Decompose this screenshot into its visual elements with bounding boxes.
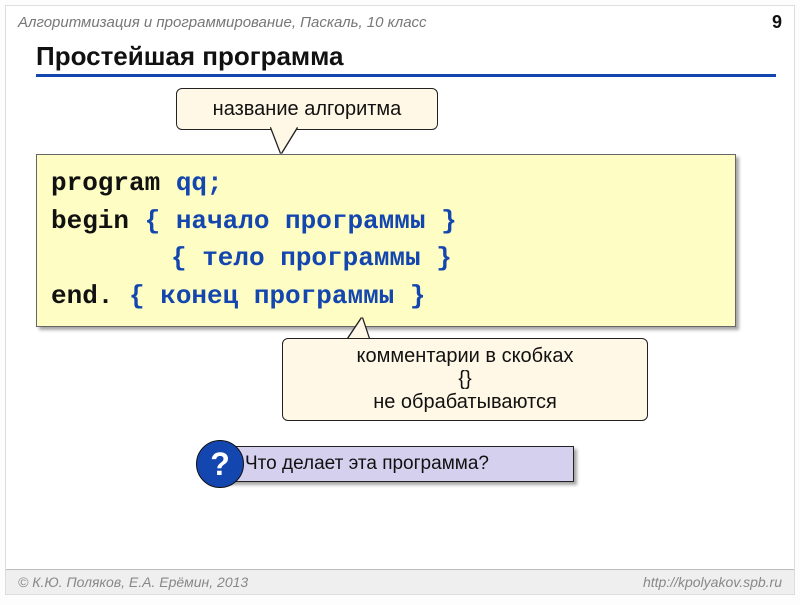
slide-title: Простейшая программа [36, 41, 776, 77]
question-text: Что делает эта программа? [245, 453, 489, 475]
slide-header: Алгоритмизация и программирование, Паска… [6, 6, 794, 35]
code-comment: { тело программы } [171, 243, 452, 273]
keyword-program: program [51, 168, 160, 198]
code-line-3: { тело программы } [51, 240, 721, 278]
code-line-2: begin { начало программы } [51, 203, 721, 241]
callout-line: не обрабатываются [295, 391, 635, 414]
code-comment: { начало программы } [129, 206, 457, 236]
slide: Алгоритмизация и программирование, Паска… [5, 5, 795, 595]
keyword-end: end. [51, 281, 113, 311]
callout-line: комментарии в скобках [295, 345, 635, 368]
code-line-4: end. { конец программы } [51, 278, 721, 316]
question-bar: Что делает эта программа? [214, 446, 574, 482]
course-label: Алгоритмизация и программирование, Паска… [18, 14, 427, 31]
code-line-1: program qq; [51, 165, 721, 203]
slide-footer: © К.Ю. Поляков, Е.А. Ерёмин, 2013 http:/… [6, 569, 794, 594]
callout-comments: комментарии в скобках {} не обрабатывают… [282, 338, 648, 421]
page-number: 9 [772, 12, 782, 33]
callout-algorithm-name: название алгоритма [176, 88, 438, 130]
footer-authors: © К.Ю. Поляков, Е.А. Ерёмин, 2013 [18, 574, 248, 590]
code-text: qq; [160, 168, 222, 198]
code-block: program qq; begin { начало программы } {… [36, 154, 736, 327]
footer-url: http://kpolyakov.spb.ru [643, 574, 782, 590]
question-mark-icon: ? [196, 440, 244, 488]
keyword-begin: begin [51, 206, 129, 236]
code-comment: { конец программы } [113, 281, 425, 311]
callout-line: {} [295, 368, 635, 391]
callout-tail-icon [271, 127, 297, 153]
